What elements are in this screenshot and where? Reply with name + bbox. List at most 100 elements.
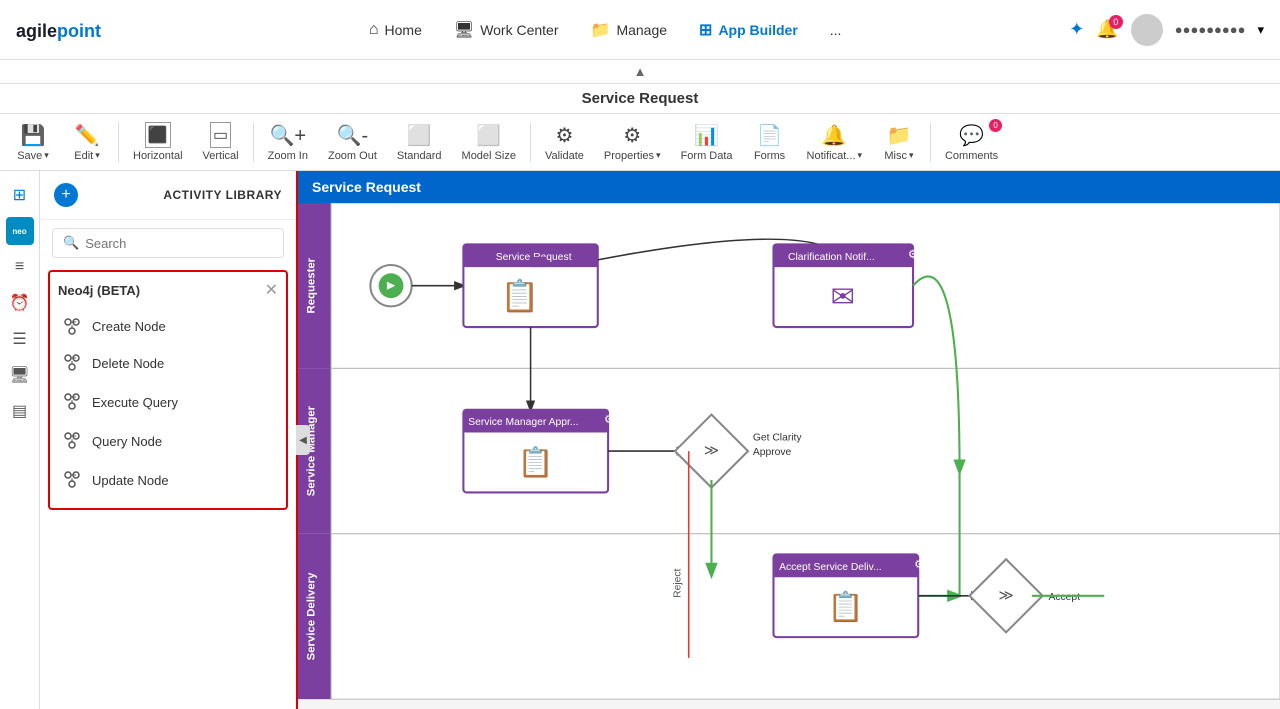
library-item-update-node[interactable]: Update Node	[58, 461, 278, 500]
svg-text:Accept: Accept	[1048, 592, 1080, 603]
canvas-area: Service Request Requester Service Manage…	[298, 171, 1280, 709]
svg-text:Service Delivery: Service Delivery	[306, 572, 318, 660]
page-title: Service Request	[0, 84, 1280, 114]
grid-icon: ⊞	[699, 20, 712, 40]
activity-library-panel: + ACTIVITY LIBRARY 🔍 Neo4j (BETA) ✕ Crea…	[40, 171, 298, 709]
side-grid-icon[interactable]: ⊞	[4, 179, 36, 211]
activity-add-button[interactable]: +	[54, 183, 78, 207]
toolbar-comments[interactable]: 💬 Comments 0	[937, 119, 1006, 166]
svg-text:⚙: ⚙	[908, 249, 918, 261]
panel-collapse-button[interactable]: ◀	[296, 425, 310, 455]
main-layout: ⊞ neo ≡ ⏰ ☰ 🖥 ▤ + ACTIVITY LIBRARY 🔍 Neo…	[0, 171, 1280, 709]
canvas-body[interactable]: Requester Service Manager Service Delive…	[298, 203, 1280, 709]
toolbar-edit[interactable]: ✏️ Edit▾	[62, 119, 112, 166]
execute-query-icon	[62, 391, 82, 414]
comments-badge: 0	[989, 119, 1002, 132]
execute-query-label: Execute Query	[92, 395, 178, 410]
svg-text:Reject: Reject	[672, 568, 683, 597]
svg-text:📋: 📋	[828, 589, 864, 623]
user-avatar	[1131, 14, 1163, 46]
side-clock-icon[interactable]: ⏰	[4, 287, 36, 319]
zoomin-icon: 🔍+	[269, 123, 306, 148]
library-item-create-node[interactable]: Create Node	[58, 308, 278, 344]
toolbar-zoomin[interactable]: 🔍+ Zoom In	[260, 119, 316, 166]
neo4j-header: Neo4j (BETA) ✕	[58, 280, 278, 300]
properties-icon: ⚙	[623, 123, 641, 148]
nav-more[interactable]: ...	[816, 14, 856, 46]
toolbar-properties[interactable]: ⚙ Properties▾	[596, 119, 669, 166]
nav-appbuilder[interactable]: ⊞ App Builder	[685, 12, 812, 48]
svg-text:Get Clarity: Get Clarity	[753, 433, 803, 444]
svg-text:📋: 📋	[501, 277, 540, 313]
update-node-label: Update Node	[92, 473, 169, 488]
side-list2-icon[interactable]: ☰	[4, 323, 36, 355]
neo4j-section: Neo4j (BETA) ✕ Create Node Delete Node	[48, 270, 288, 510]
activity-library-header: + ACTIVITY LIBRARY	[40, 171, 296, 220]
home-icon: ⌂	[369, 21, 379, 39]
side-list3-icon[interactable]: ▤	[4, 395, 36, 427]
svg-text:📋: 📋	[518, 445, 554, 479]
toolbar-divider-4	[930, 122, 931, 162]
delete-node-label: Delete Node	[92, 356, 164, 371]
toolbar-horizontal[interactable]: ⬛ Horizontal	[125, 118, 191, 166]
nav-right-section: ✦ 🔔 0 ●●●●●●●●● ▾	[1069, 14, 1264, 46]
svg-text:≫: ≫	[704, 443, 719, 459]
query-node-label: Query Node	[92, 434, 162, 449]
side-icon-bar: ⊞ neo ≡ ⏰ ☰ 🖥 ▤	[0, 171, 40, 709]
toolbar: 💾 Save▾ ✏️ Edit▾ ⬛ Horizontal ▭ Vertical…	[0, 114, 1280, 171]
nav-workcenter[interactable]: 🖥 Work Center	[440, 12, 573, 48]
monitor-icon: 🖥	[454, 20, 474, 40]
toolbar-standard[interactable]: ⬜ Standard	[389, 119, 450, 166]
validate-icon: ⚙	[555, 123, 573, 148]
save-icon: 💾	[21, 123, 46, 148]
side-computer-icon[interactable]: 🖥	[4, 359, 36, 391]
toolbar-save[interactable]: 💾 Save▾	[8, 119, 58, 166]
toolbar-divider-3	[530, 122, 531, 162]
horizontal-icon: ⬛	[145, 122, 171, 148]
svg-text:Requester: Requester	[306, 257, 318, 313]
refresh-icon[interactable]: ✦	[1069, 19, 1084, 40]
search-icon: 🔍	[63, 235, 79, 251]
toolbar-modelsize[interactable]: ⬜ Model Size	[454, 119, 524, 166]
search-input[interactable]	[85, 236, 273, 251]
side-neo4j-icon[interactable]: neo	[4, 215, 36, 247]
toolbar-misc[interactable]: 📁 Misc▾	[874, 119, 924, 166]
collapse-icon: ▲	[634, 64, 647, 79]
toolbar-validate[interactable]: ⚙ Validate	[537, 119, 592, 166]
comments-icon: 💬	[959, 123, 984, 148]
toolbar-notifications[interactable]: 🔔 Notificat...▾	[799, 119, 870, 166]
top-navigation: agilepoint ⌂ Home 🖥 Work Center 📁 Manage…	[0, 0, 1280, 60]
modelsize-icon: ⬜	[476, 123, 501, 148]
vertical-icon: ▭	[210, 122, 231, 148]
misc-icon: 📁	[887, 123, 912, 148]
edit-icon: ✏️	[75, 123, 100, 148]
query-node-icon	[62, 430, 82, 453]
activity-library-title: ACTIVITY LIBRARY	[163, 188, 282, 202]
nav-manage[interactable]: 📁 Manage	[577, 12, 682, 48]
toolbar-divider-1	[118, 122, 119, 162]
collapse-bar[interactable]: ▲	[0, 60, 1280, 84]
neo4j-close-button[interactable]: ✕	[265, 280, 278, 300]
toolbar-formdata[interactable]: 📊 Form Data	[673, 119, 741, 166]
process-diagram: Requester Service Manager Service Delive…	[298, 203, 1280, 709]
svg-text:Accept Service Deliv...: Accept Service Deliv...	[779, 562, 882, 573]
library-item-query-node[interactable]: Query Node	[58, 422, 278, 461]
svg-text:≫: ≫	[998, 588, 1013, 604]
username-label: ●●●●●●●●●	[1175, 22, 1246, 37]
toolbar-divider-2	[253, 122, 254, 162]
nav-home[interactable]: ⌂ Home	[355, 13, 436, 47]
standard-icon: ⬜	[407, 123, 432, 148]
svg-text:⚙: ⚙	[604, 414, 614, 426]
library-item-delete-node[interactable]: Delete Node	[58, 344, 278, 383]
nav-menu: ⌂ Home 🖥 Work Center 📁 Manage ⊞ App Buil…	[141, 12, 1069, 48]
notification-bell[interactable]: 🔔 0	[1096, 19, 1118, 40]
side-list1-icon[interactable]: ≡	[4, 251, 36, 283]
user-dropdown-icon[interactable]: ▾	[1257, 22, 1264, 38]
svg-text:⚙: ⚙	[914, 559, 924, 571]
toolbar-forms[interactable]: 📄 Forms	[745, 119, 795, 166]
update-node-icon	[62, 469, 82, 492]
formdata-icon: 📊	[694, 123, 719, 148]
toolbar-vertical[interactable]: ▭ Vertical	[195, 118, 247, 166]
toolbar-zoomout[interactable]: 🔍- Zoom Out	[320, 119, 385, 166]
library-item-execute-query[interactable]: Execute Query	[58, 383, 278, 422]
